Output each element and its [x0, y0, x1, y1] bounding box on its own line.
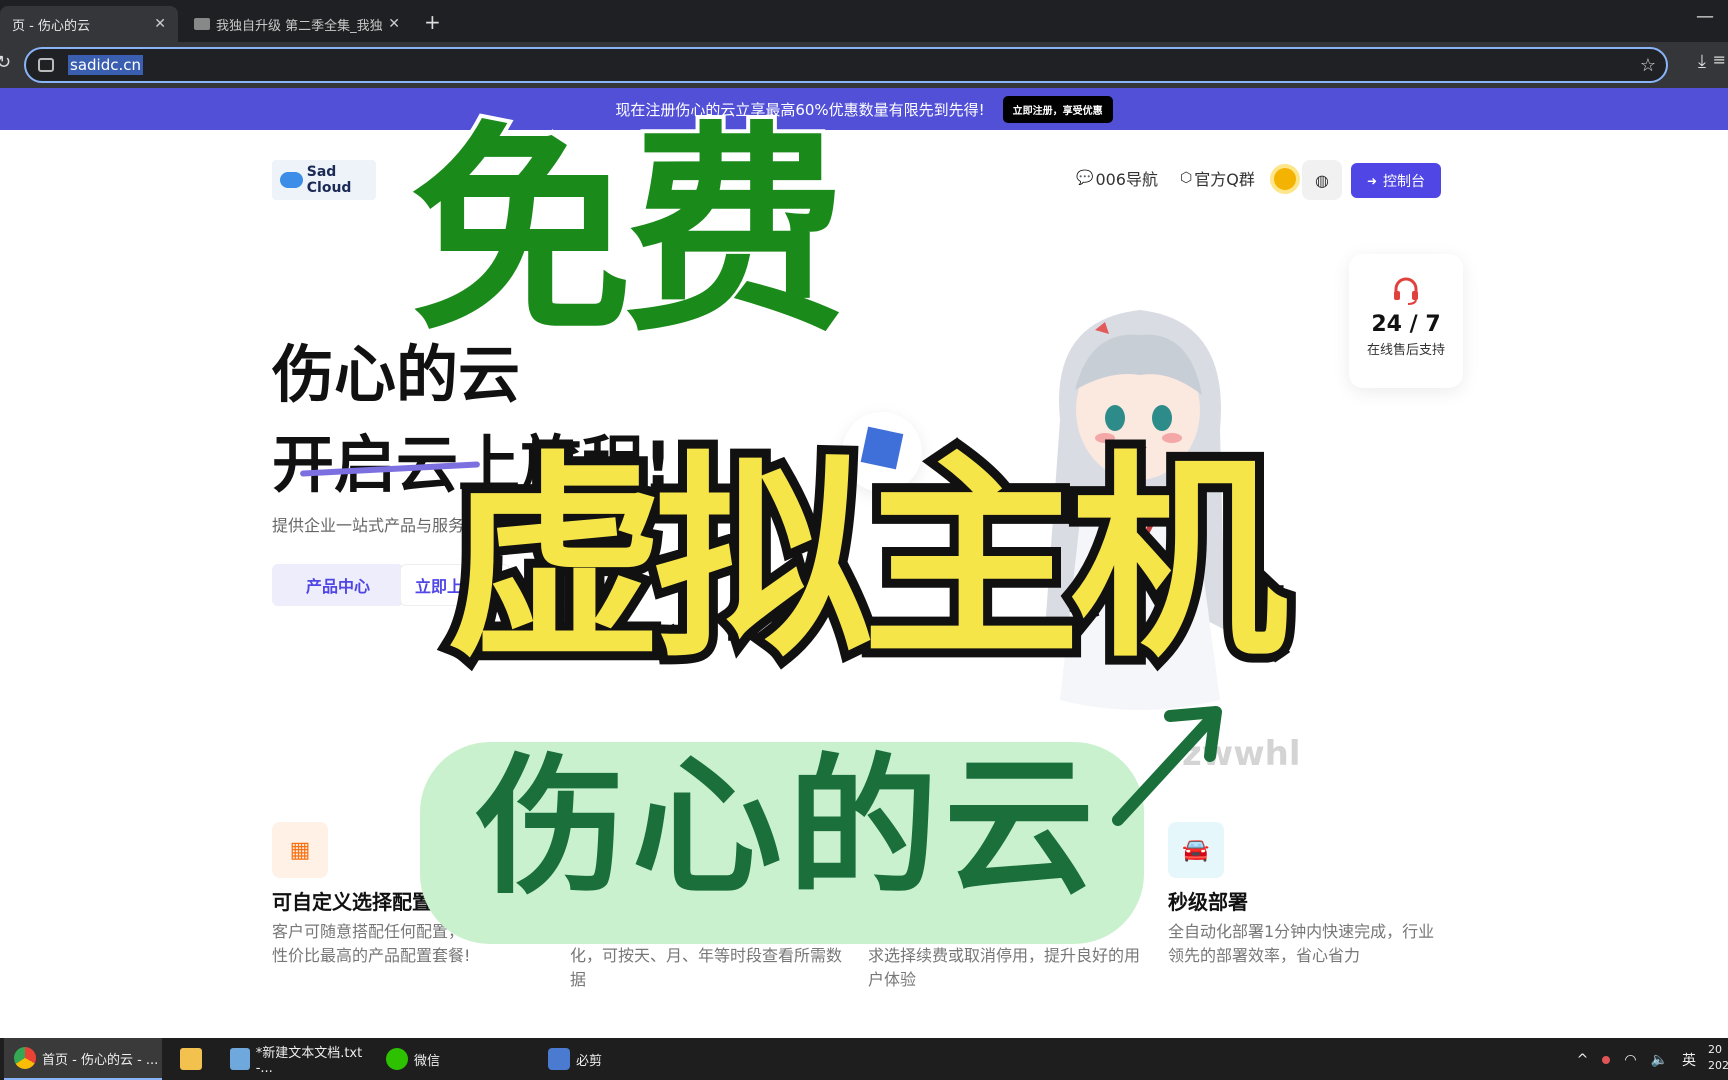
overlay-brand-text: 伤心的云 — [476, 739, 1101, 915]
tab-anime[interactable]: 我独自升级 第二季全集_我独自 ✕ — [182, 6, 412, 42]
download-icon[interactable]: ⤓ — [1698, 51, 1706, 72]
nav-label: 006导航 — [1095, 170, 1158, 189]
reload-icon[interactable]: ↻ — [0, 52, 11, 73]
console-label: 控制台 — [1383, 173, 1426, 190]
taskbar-label: 必剪 — [576, 1053, 603, 1069]
taskbar-item-explorer[interactable] — [170, 1038, 214, 1080]
wifi-icon[interactable]: ◠ — [1624, 1052, 1636, 1068]
headset-icon — [1394, 277, 1418, 305]
clock-time: 20 — [1708, 1043, 1722, 1056]
windows-taskbar: 首页 - 伤心的云 - ... *新建文本文档.txt -... 微信 必剪 ^… — [0, 1038, 1728, 1080]
taskbar-item-chrome[interactable]: 首页 - 伤心的云 - ... — [4, 1038, 162, 1080]
favicon-icon — [194, 18, 210, 30]
language-globe-icon[interactable]: ◍ — [1302, 160, 1342, 200]
overlay-free-text: 免费 — [406, 104, 850, 362]
overlay-virtual-host-text: 虚拟主机 — [437, 434, 1297, 687]
bookmark-star-icon[interactable]: ☆ — [1640, 55, 1656, 76]
clock[interactable]: 20 202 — [1708, 1042, 1728, 1074]
new-tab-button[interactable]: + — [424, 10, 441, 34]
taskbar-item-wechat[interactable]: 微信 — [376, 1038, 526, 1080]
chat-icon: 💬 — [1076, 170, 1094, 186]
feature-title: 可自定义选择配置 — [272, 890, 432, 914]
close-icon[interactable]: ✕ — [388, 16, 400, 32]
login-arrow-icon: ➜ — [1366, 173, 1378, 188]
taskbar-label: *新建文本文档.txt -... — [255, 1046, 363, 1076]
products-button[interactable]: 产品中心 — [272, 564, 404, 606]
taskbar-item-notepad[interactable]: *新建文本文档.txt -... — [220, 1038, 370, 1080]
wechat-icon — [386, 1048, 408, 1070]
nav-link-006[interactable]: 💬 006导航 — [1076, 166, 1158, 190]
browser-toolbar: ↻ sadidc.cn ☆ ⤓ ≡ — [0, 42, 1728, 88]
folder-icon — [180, 1048, 202, 1070]
tab-title: 页 - 伤心的云 — [12, 18, 90, 34]
url-text[interactable]: sadidc.cn — [68, 55, 143, 75]
address-bar[interactable]: sadidc.cn ☆ — [24, 47, 1668, 83]
tab-home[interactable]: 页 - 伤心的云 ✕ — [0, 6, 178, 42]
close-icon[interactable]: ✕ — [154, 16, 166, 32]
support-number: 24 / 7 — [1371, 312, 1441, 337]
site-logo[interactable]: Sad Cloud — [272, 160, 376, 200]
support-card: 24 / 7 在线售后支持 — [1349, 254, 1463, 388]
tab-title: 我独自升级 第二季全集_我独自 — [216, 18, 383, 34]
clock-date: 202 — [1708, 1059, 1728, 1072]
register-button[interactable]: 立即注册，享受优惠 — [1002, 95, 1113, 123]
support-label: 在线售后支持 — [1366, 343, 1445, 358]
building-icon: ▦ — [272, 822, 328, 878]
notepad-icon — [230, 1048, 250, 1070]
chevron-up-icon[interactable]: ^ — [1577, 1052, 1589, 1068]
chrome-icon — [14, 1047, 36, 1069]
overlay-arrow-icon — [1112, 706, 1222, 826]
hero-subtitle: 提供企业一站式产品与服务 — [272, 516, 465, 535]
bijian-icon — [548, 1048, 570, 1070]
nav-label: 官方Q群 — [1194, 170, 1255, 189]
taskbar-label: 微信 — [414, 1053, 441, 1069]
feature-desc: 化，可按天、月、年等时段查看所需数据 — [570, 946, 843, 989]
taskbar-item-bijian[interactable]: 必剪 — [538, 1038, 688, 1080]
feature-desc: 求选择续费或取消停用，提升良好的用户体验 — [868, 946, 1141, 989]
site-info-icon[interactable] — [38, 58, 54, 72]
nav-link-qq-group[interactable]: ⬡ 官方Q群 — [1180, 166, 1255, 190]
volume-icon[interactable]: 🔈 — [1651, 1052, 1668, 1068]
car-icon: 🚘 — [1168, 822, 1224, 878]
feature-title: 秒级部署 — [1168, 890, 1248, 914]
system-tray: ^ ◠ 🔈 英 — [1577, 1050, 1696, 1070]
feature-desc: 全自动化部署1分钟内快速完成，行业领先的部署效率，省心省力 — [1168, 922, 1435, 965]
logo-text: Sad Cloud — [306, 164, 352, 196]
cube-icon: ⬡ — [1180, 170, 1193, 186]
cloud-icon — [280, 172, 303, 188]
taskbar-label: 首页 - 伤心的云 - ... — [42, 1052, 159, 1068]
browser-tab-bar: 页 - 伤心的云 ✕ 我独自升级 第二季全集_我独自 ✕ + — — [0, 0, 1728, 42]
promo-banner: 现在注册伤心的云立享最高60%优惠数量有限先到先得! 立即注册，享受优惠 — [0, 88, 1728, 130]
status-dot-icon — [1602, 1056, 1611, 1064]
menu-icon[interactable]: ≡ — [1713, 50, 1726, 69]
minimize-icon[interactable]: — — [1696, 6, 1714, 27]
console-button[interactable]: ➜ 控制台 — [1351, 163, 1441, 198]
theme-sun-icon[interactable] — [1274, 168, 1296, 190]
ime-indicator[interactable]: 英 — [1682, 1050, 1696, 1070]
